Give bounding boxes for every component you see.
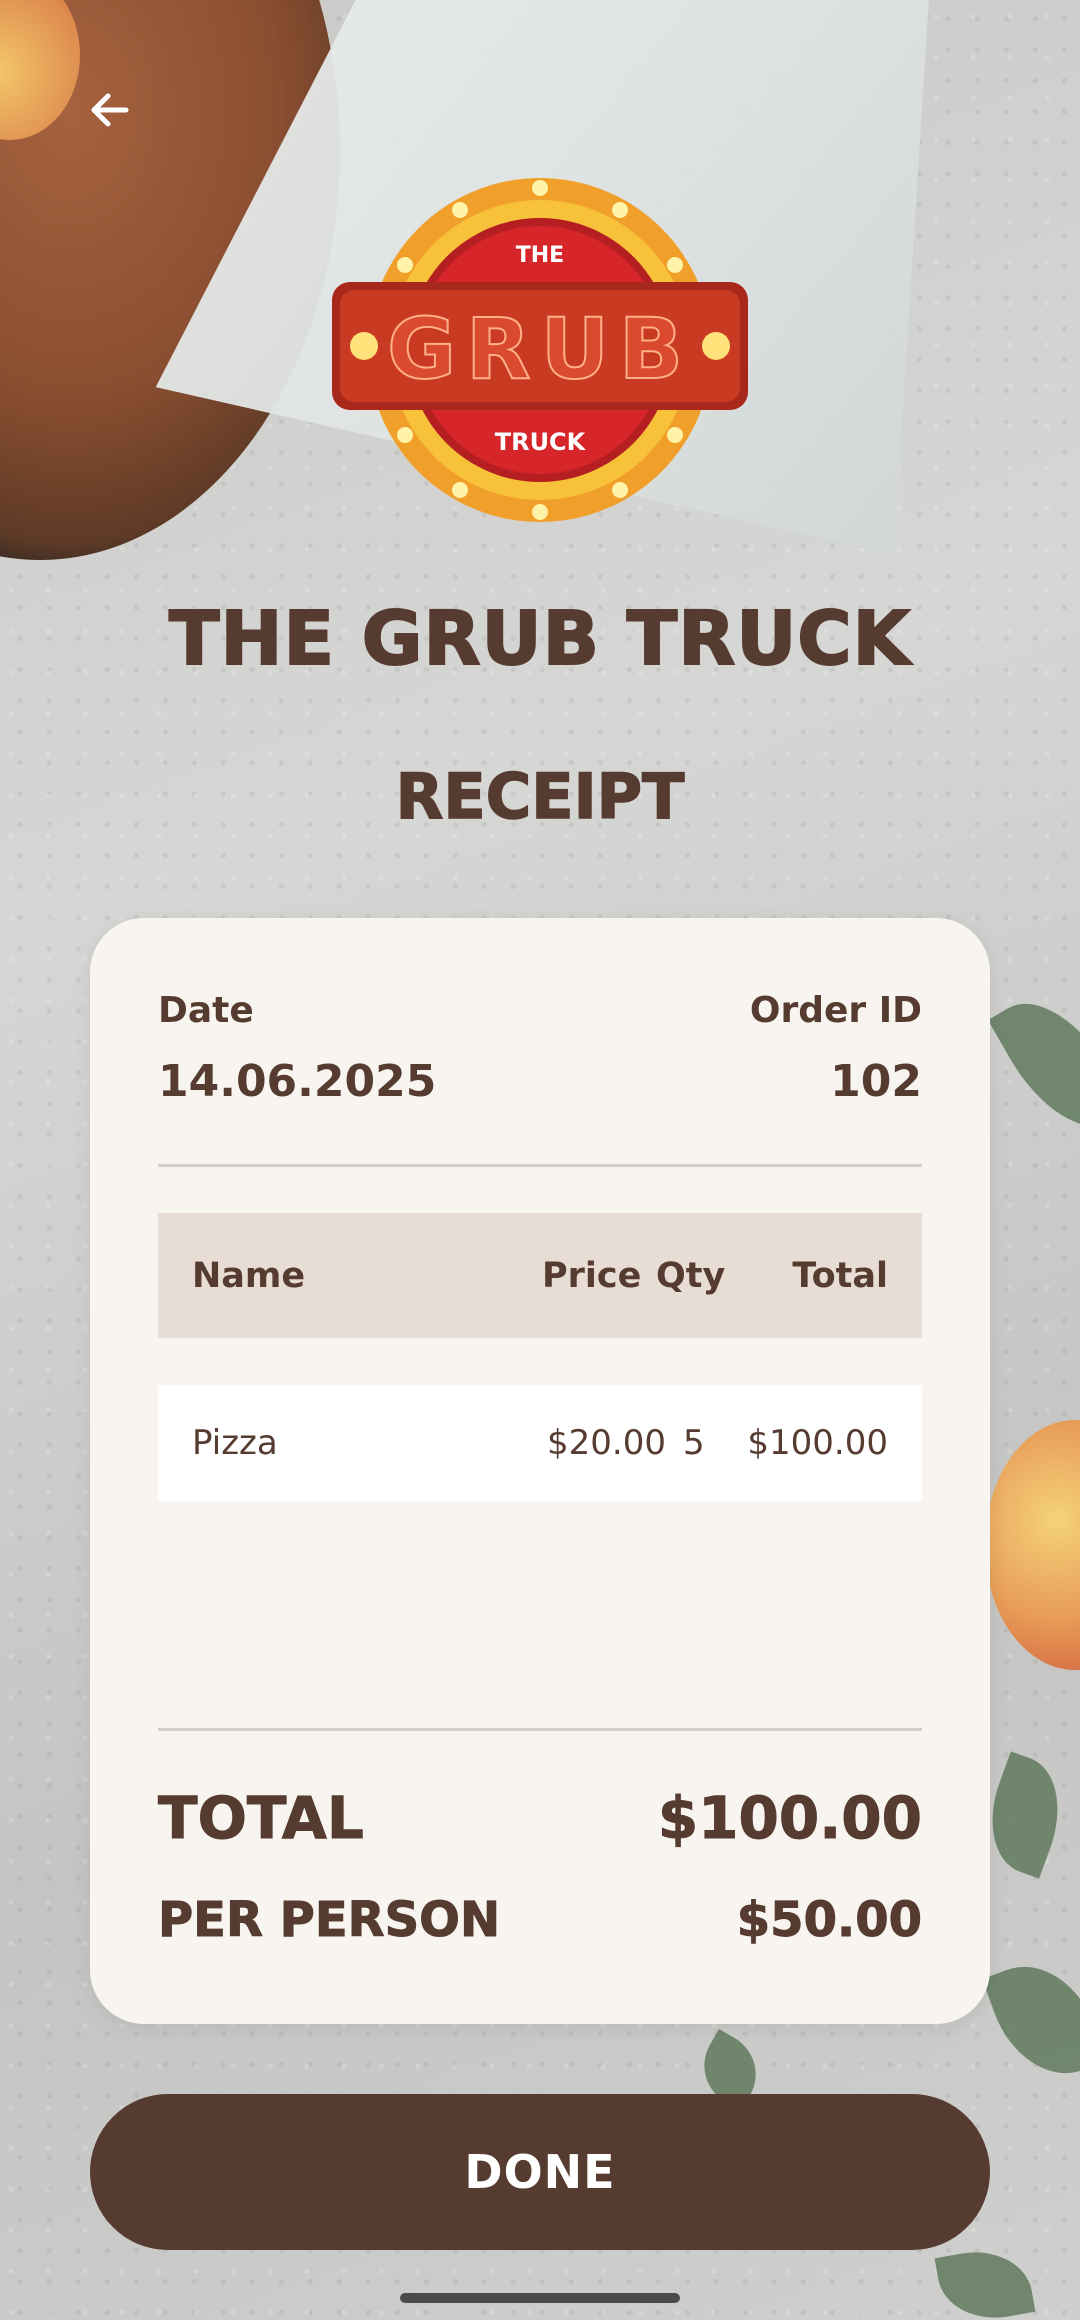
- header-total: Total: [792, 1255, 888, 1296]
- page-title: RECEIPT: [395, 759, 685, 834]
- leaf: [987, 980, 1080, 1150]
- brand-name: THE GRUB TRUCK: [168, 595, 911, 683]
- logo-bottom-text: TRUCK: [495, 428, 587, 456]
- total-value: $100.00: [657, 1784, 922, 1853]
- apple-right: [985, 1420, 1080, 1670]
- back-button[interactable]: [78, 78, 142, 142]
- row-item-total: $100.00: [747, 1423, 888, 1463]
- row-item-price: $20.00: [547, 1423, 666, 1463]
- header-qty: Qty: [656, 1255, 726, 1296]
- row-item-qty: 5: [683, 1423, 705, 1463]
- divider: [158, 1728, 922, 1731]
- done-button[interactable]: DONE: [90, 2094, 990, 2250]
- order-id-label: Order ID: [749, 990, 922, 1031]
- leaf: [982, 1948, 1080, 2092]
- header-price: Price: [542, 1255, 642, 1296]
- grub-truck-logo: THE GRUB TRUCK: [330, 170, 750, 530]
- per-person-value: $50.00: [736, 1892, 922, 1949]
- total-label: TOTAL: [158, 1784, 365, 1853]
- receipt-card: Date 14.06.2025 Order ID 102 Name Price …: [90, 918, 990, 2024]
- home-indicator[interactable]: [400, 2293, 680, 2303]
- table-header: Name Price Qty Total: [158, 1213, 922, 1338]
- divider: [158, 1164, 922, 1167]
- logo-top-text: THE: [516, 243, 564, 268]
- logo-main-text: GRUB: [387, 300, 693, 398]
- leaf: [934, 2242, 1036, 2320]
- per-person-label: PER PERSON: [157, 1892, 501, 1949]
- header-name: Name: [192, 1255, 306, 1296]
- table-row: Pizza $20.00 5 $100.00: [158, 1385, 922, 1501]
- date-value: 14.06.2025: [158, 1056, 437, 1107]
- arrow-left-icon: [91, 93, 129, 127]
- date-label: Date: [158, 990, 254, 1031]
- row-item-name: Pizza: [192, 1423, 278, 1463]
- order-id-value: 102: [830, 1056, 922, 1107]
